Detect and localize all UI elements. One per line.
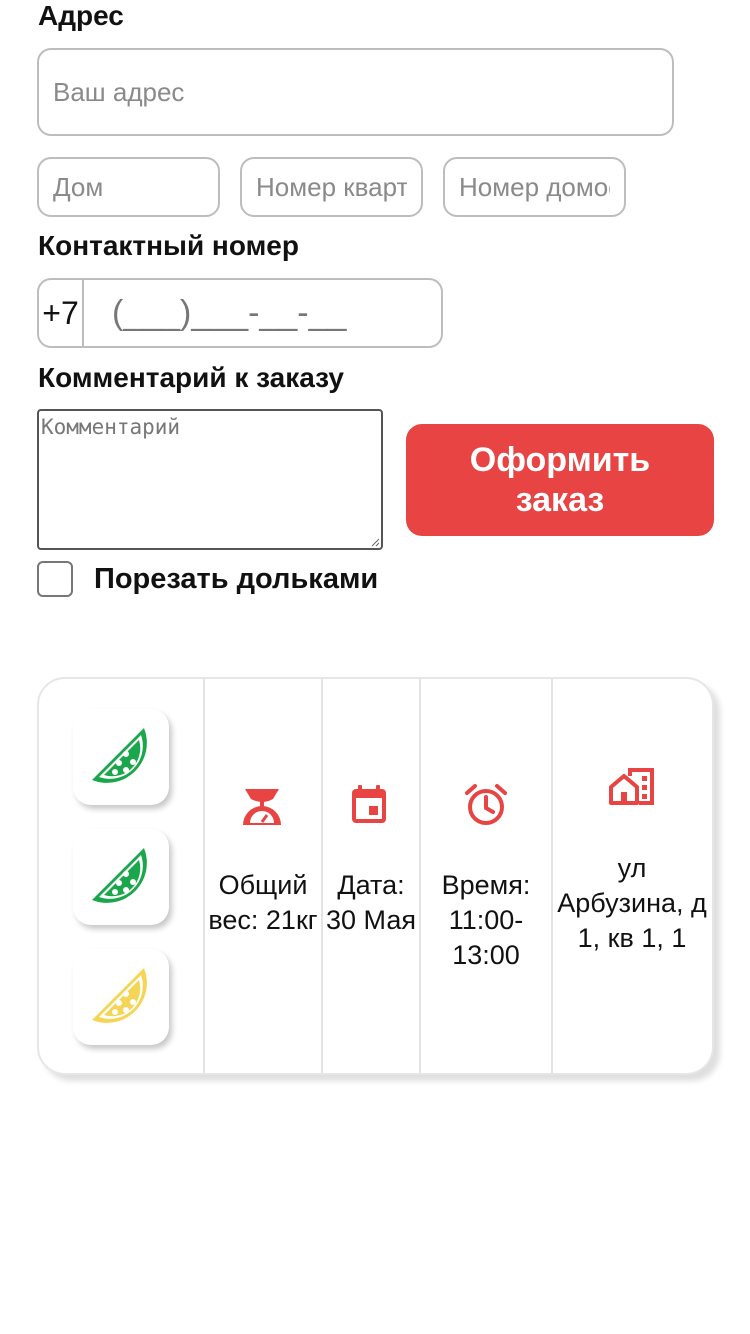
address-label: Адрес (38, 0, 124, 31)
flat-number-input[interactable] (240, 157, 423, 217)
phone-field[interactable]: +7 (37, 278, 443, 348)
fruit-item[interactable] (73, 829, 169, 925)
intercom-number-input[interactable] (443, 157, 626, 217)
order-summary-card: Общий вес: 21кг Дата: 30 Мая Время: 11:0… (37, 677, 714, 1075)
total-weight: Общий вес: 21кг (208, 870, 318, 935)
delivery-address: ул Арбузина, д 1, кв 1, 1 (557, 853, 707, 953)
fruit-item[interactable] (73, 709, 169, 805)
watermelon-slice-icon (92, 848, 147, 903)
fruit-item[interactable] (73, 949, 169, 1045)
phone-label: Контактный номер (38, 230, 299, 261)
alarm-clock-icon (465, 784, 507, 825)
slice-checkbox[interactable] (37, 561, 73, 597)
phone-country-code: +7 (39, 280, 84, 346)
slice-checkbox-label[interactable]: Порезать дольками (94, 563, 378, 596)
building-icon (609, 768, 654, 805)
resize-grip-icon[interactable] (370, 537, 380, 547)
column-divider (551, 679, 553, 1073)
comment-label: Комментарий к заказу (38, 362, 344, 393)
comment-textarea[interactable] (37, 409, 383, 550)
watermelon-slice-icon (92, 728, 147, 783)
phone-input[interactable] (84, 280, 441, 346)
address-input[interactable] (37, 48, 674, 136)
delivery-time: Время: 11:00-13:00 (441, 870, 531, 970)
house-input[interactable] (37, 157, 220, 217)
fruit-list (39, 679, 204, 1073)
yellow-watermelon-slice-icon (92, 968, 147, 1023)
slice-option[interactable]: Порезать дольками (37, 561, 378, 597)
calendar-icon (352, 785, 386, 823)
scale-icon (243, 789, 281, 825)
place-order-button[interactable]: Оформить заказ (406, 424, 714, 536)
delivery-date: Дата: 30 Мая (326, 870, 416, 935)
